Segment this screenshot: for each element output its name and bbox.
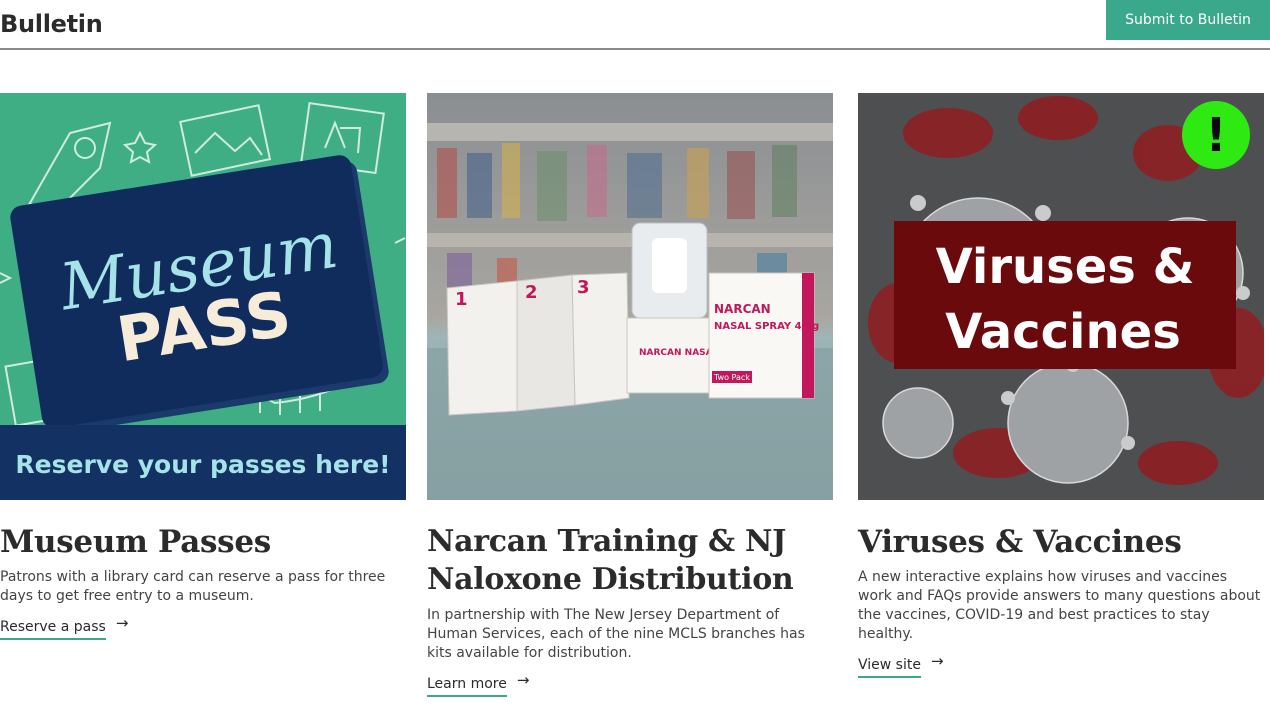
card-description: Patrons with a library card can reserve … — [0, 569, 386, 604]
svg-text:1: 1 — [455, 289, 468, 310]
card-title[interactable]: Narcan Training & NJ Naloxone Distributi… — [427, 523, 833, 599]
bulletin-header: Bulletin Submit to Bulletin — [0, 0, 1270, 50]
narcan-photo[interactable]: 1 2 3 NARCAN NASAL SPRAY NARCAN NASAL SP… — [427, 93, 833, 500]
alert-badge-text: ! — [1206, 108, 1227, 162]
viruses-line2-text: Vaccines — [945, 304, 1181, 360]
card-description: In partnership with The New Jersey Depar… — [427, 607, 805, 661]
bulletin-card-viruses: Viruses & Vaccines ! Viruses & Vaccines … — [858, 93, 1264, 678]
reserve-a-pass-link[interactable]: Reserve a pass — [0, 619, 106, 640]
bulletin-card-narcan: 1 2 3 NARCAN NASAL SPRAY NARCAN NASAL SP… — [427, 93, 833, 697]
arrow-right-icon: → — [930, 652, 944, 670]
bulletin-card-museum-passes: Museum PASS Reserve your passes here! Mu… — [0, 93, 406, 640]
svg-text:3: 3 — [577, 277, 590, 298]
reserve-banner-text: Reserve your passes here! — [15, 450, 390, 479]
card-title[interactable]: Viruses & Vaccines — [858, 523, 1264, 561]
museum-pass-image[interactable]: Museum PASS Reserve your passes here! — [0, 93, 406, 500]
arrow-right-icon: → — [115, 614, 129, 632]
link-label: View site — [858, 657, 921, 673]
arrow-right-icon: → — [516, 671, 530, 689]
link-label: Learn more — [427, 676, 507, 692]
viruses-line1-text: Viruses & — [936, 239, 1195, 295]
card-title[interactable]: Museum Passes — [0, 523, 406, 561]
svg-text:2: 2 — [525, 282, 538, 303]
box-product-text: NASAL SPRAY 4mg — [714, 321, 819, 332]
link-label: Reserve a pass — [0, 619, 106, 635]
card-description: A new interactive explains how viruses a… — [858, 569, 1261, 642]
viruses-vaccines-image[interactable]: Viruses & Vaccines ! — [858, 93, 1264, 500]
submit-to-bulletin-button[interactable]: Submit to Bulletin — [1106, 0, 1270, 40]
box-brand-text: NARCAN — [714, 302, 771, 316]
box-pack-text: Two Pack — [713, 373, 750, 382]
view-site-link[interactable]: View site — [858, 657, 921, 678]
learn-more-link[interactable]: Learn more — [427, 676, 507, 697]
page-title: Bulletin — [0, 10, 103, 38]
